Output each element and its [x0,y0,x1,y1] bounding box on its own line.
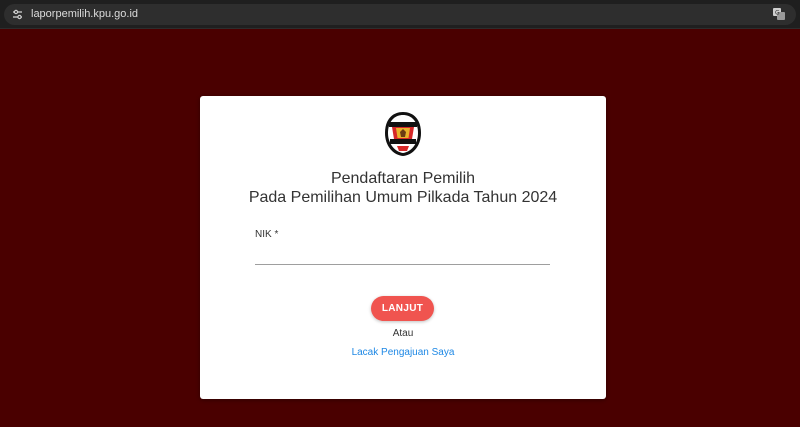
separator-text: Atau [392,328,414,339]
registration-card: Pendaftaran Pemilih Pada Pemilihan Umum … [200,96,606,399]
nik-label: NIK * [255,229,279,240]
kpu-logo-icon [385,112,421,156]
lanjut-button[interactable]: LANJUT [371,296,434,321]
page-title-line2: Pada Pemilihan Umum Pilkada Tahun 2024 [248,189,558,206]
translate-icon[interactable]: G [772,7,786,21]
site-settings-icon[interactable] [11,8,24,21]
nik-input[interactable] [255,244,550,265]
browser-toolbar: laporpemilih.kpu.go.id G [0,0,800,29]
page-title-line1: Pendaftaran Pemilih [330,170,476,187]
svg-text:G: G [775,10,780,17]
address-bar[interactable]: laporpemilih.kpu.go.id G [4,4,796,25]
track-submission-link[interactable]: Lacak Pengajuan Saya [200,347,606,358]
url-text[interactable]: laporpemilih.kpu.go.id [31,8,138,21]
